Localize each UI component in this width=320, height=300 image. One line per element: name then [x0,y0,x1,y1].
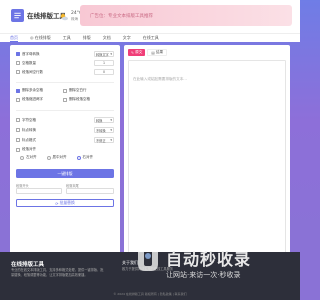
editor-tabs: ✎ 原文 ▤ 结果 [128,49,168,56]
logo-icon [11,8,24,22]
radio-right[interactable] [76,155,81,160]
button-label: 批量替换 [59,200,75,205]
watermark-main-text: 自动秒收录 [166,250,252,269]
checkbox-row-1: 删除多余空格 删除空白行 [16,88,114,93]
watermark-sub-text: 让网站·来访一次·秒收录 [166,271,241,279]
checkbox-label: 删除空白行 [69,88,87,92]
option-label: 段落对齐 [22,147,36,151]
footer-title: 在线排版工具 [11,262,45,268]
checkbox[interactable] [63,88,67,93]
checkbox-label: 删除段落空格 [69,97,90,101]
checkbox[interactable] [16,88,20,93]
site-header: 在线排版工具 24°C 晴 珠海 广告位：专业文本排版工具推荐 [0,0,300,33]
tab-result[interactable]: ▤ 结果 [147,49,168,56]
option-row-blank-lines: 段落间空行数 0 [16,69,114,75]
radio-center[interactable] [46,155,51,160]
batch-replace-button[interactable]: ⟳ 批量替换 [16,199,114,207]
char-space-select[interactable]: 转换 ▾ [94,117,114,123]
chevron-down-icon: ▾ [110,118,112,122]
checkbox[interactable] [16,61,20,65]
nav-item-tools[interactable]: 工具 [63,35,71,41]
option-row-char-space: 字符空格 转换 ▾ [16,117,114,123]
tab-label: 原文 [135,50,143,54]
watermark-logo-icon [133,246,163,280]
chevron-down-icon: ▾ [110,138,112,142]
select-value: 转换 [96,118,103,123]
checkbox[interactable] [16,52,20,56]
radio-label: 居中对齐 [52,155,67,159]
divider [16,110,114,111]
select-value: 不转换 [96,128,106,133]
punct-format-select[interactable]: 不修正 ▾ [94,137,114,143]
logo[interactable]: 在线排版工具 [11,8,66,22]
banner-text: 广告位：专业文本排版工具推荐 [90,13,153,19]
checkbox[interactable] [16,138,20,142]
option-row-punct-format: 标点格式 不修正 ▾ [16,137,114,143]
editor-placeholder: 在此输入或粘贴需要排版的文本... [133,77,187,81]
format-button[interactable]: 一键排版 [16,169,114,178]
option-label: 标点转换 [22,127,36,132]
option-label: 字符空格 [22,117,36,122]
radio-label: 右对齐 [82,155,94,159]
option-row-punct-convert: 标点转换 不转换 ▾ [16,127,114,133]
option-row-space-count: 空格数量 1 [16,60,114,66]
checkbox-label: 段落缩进两字 [22,97,43,101]
option-label: 空格数量 [22,60,36,65]
option-label: 段落间空行数 [22,69,43,74]
nav-item-format[interactable]: 排版 [83,35,91,41]
blank-lines-input[interactable]: 0 [94,69,114,75]
radio-label: 左对齐 [26,155,37,159]
first-letter-select[interactable]: 转换文字 ▾ [94,51,114,57]
sun-cloud-icon [59,7,69,26]
checkbox[interactable] [16,97,20,102]
para-start-input[interactable] [16,188,62,194]
chevron-down-icon: ▾ [110,128,112,132]
ad-banner[interactable]: 广告位：专业文本排版工具推荐 [80,5,292,26]
option-label: 标点格式 [22,137,36,142]
text-editor[interactable]: 在此输入或粘贴需要排版的文本... [128,60,286,260]
footer-description: 专业的在线文本排版工具，支持多种格式处理，提供一键排版、批量替换、段落调整等功能… [11,268,104,277]
nav-item-docs[interactable]: 文档 [103,35,111,41]
radio-left[interactable] [20,155,24,160]
tab-label: 结果 [155,50,164,54]
option-row-first-letter: 首字母转换 转换文字 ▾ [16,51,114,57]
checkbox[interactable] [16,70,20,74]
nav-item-online-tools[interactable]: 在线工具 [143,35,159,41]
checkbox[interactable] [63,97,67,102]
checkbox-row-2: 段落缩进两字 删除段落空格 [16,97,114,102]
checkbox[interactable] [16,128,20,132]
copyright: © 2024 在线排版工具 版权所有 | 隐私政策 | 联系我们 [113,292,187,296]
tab-source[interactable]: ✎ 原文 [128,49,146,56]
editor-panel: ✎ 原文 ▤ 结果 在此输入或粘贴需要排版的文本... [124,45,290,270]
divider [16,82,114,83]
chevron-down-icon: ▾ [110,52,112,56]
punct-convert-select[interactable]: 不转换 ▾ [94,127,114,133]
nav-item-online-format[interactable]: ◎ 在线排版 [30,35,51,41]
nav-item-home[interactable]: 首页 [10,35,18,42]
select-value: 转换文字 [96,52,109,57]
main-nav: 首页 ◎ 在线排版 工具 排版 文档 文字 在线工具 [0,33,300,42]
nav-item-text[interactable]: 文字 [123,35,131,41]
option-row-align: 段落对齐 [16,147,114,152]
options-panel: 首字母转换 转换文字 ▾ 空格数量 1 段落间空行数 0 删除多余空格 删除空白行… [10,45,120,270]
checkbox[interactable] [16,147,20,152]
para-end-input[interactable] [66,188,114,194]
select-value: 不修正 [96,138,106,143]
option-label: 首字母转换 [22,51,40,56]
checkbox[interactable] [16,118,20,122]
align-radio-group: 左对齐 居中对齐 右对齐 [20,155,93,160]
space-count-input[interactable]: 1 [94,60,114,66]
watermark: 自动秒收录 让网站·来访一次·秒收录 [133,240,293,286]
checkbox-label: 删除多余空格 [22,88,43,92]
